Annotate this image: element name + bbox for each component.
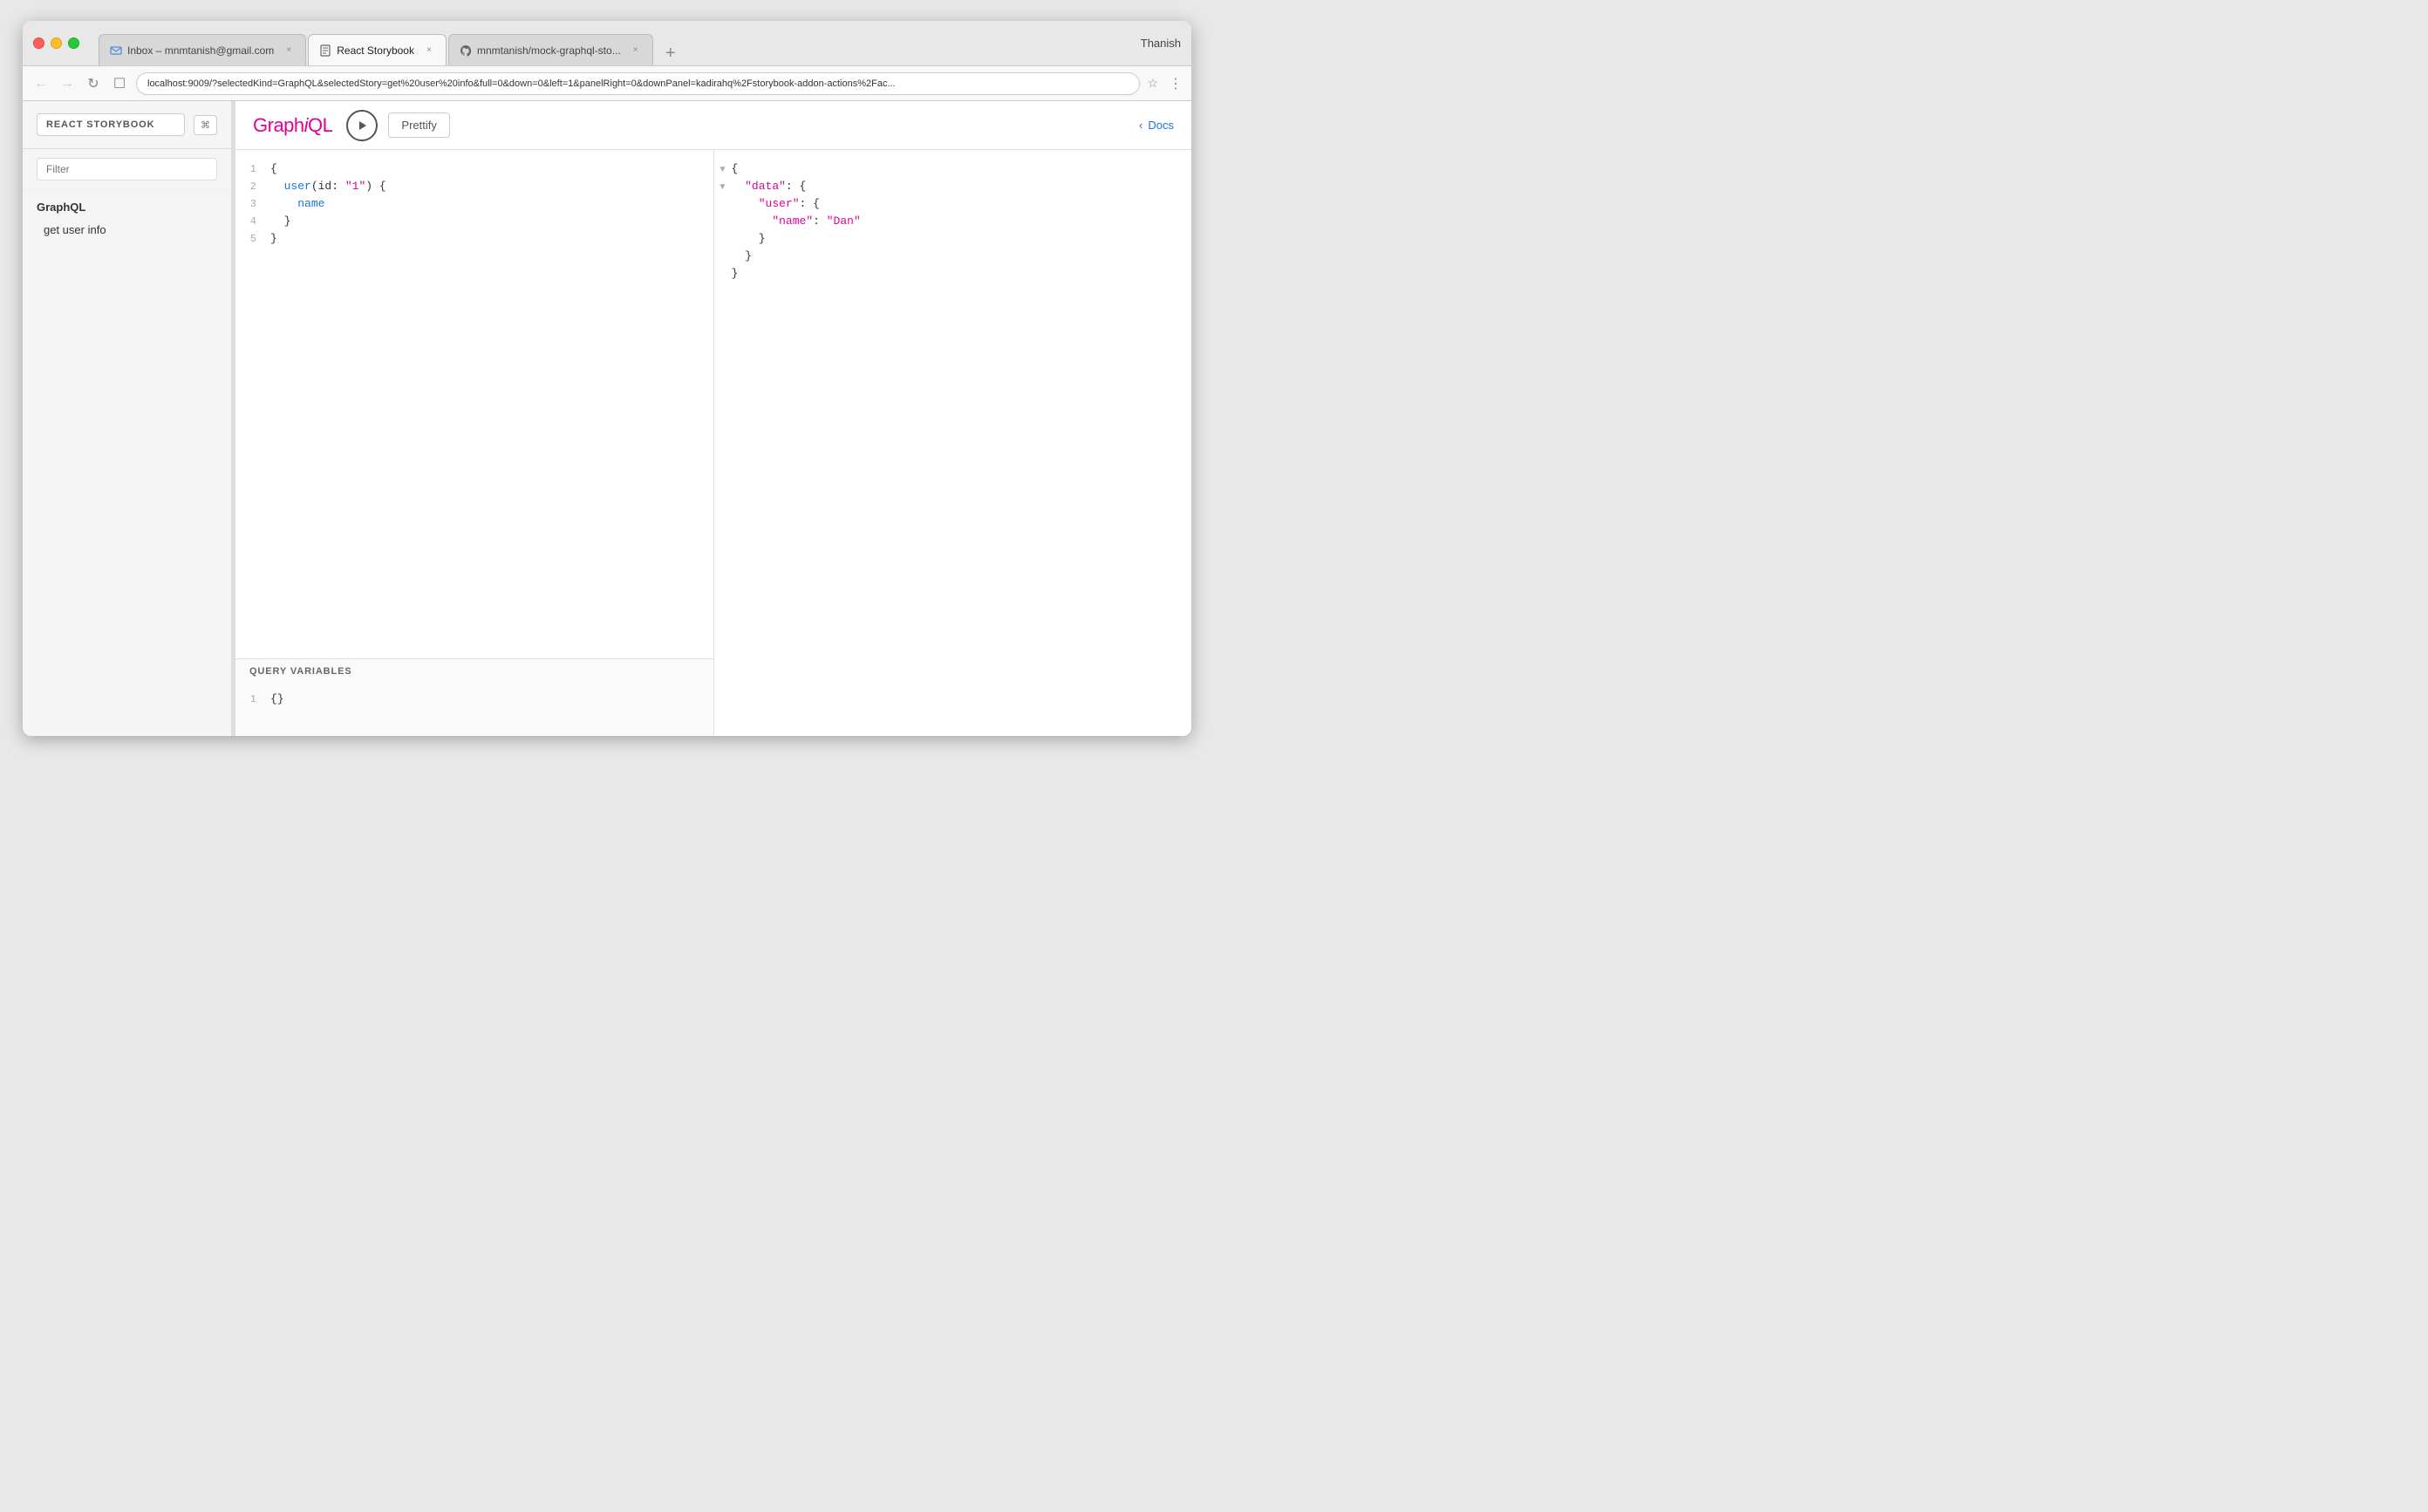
resp-line-7: }	[732, 265, 1192, 283]
close-window-button[interactable]	[33, 37, 44, 49]
maximize-window-button[interactable]	[68, 37, 79, 49]
user-display: Thanish	[1141, 37, 1181, 50]
resp-line-2-content: "data": {	[732, 178, 1192, 195]
main-panel: GraphiQL Prettify ‹ Docs	[235, 101, 1191, 736]
code-line-4: 4 }	[235, 213, 713, 230]
sidebar-section-graphql: GraphQL get user info	[23, 190, 231, 244]
response-section: ▼ ▼ { "data": {	[714, 150, 1192, 736]
tab-github-label: mnmtanish/mock-graphql-sto...	[477, 44, 621, 57]
tab-storybook-label: React Storybook	[337, 44, 414, 57]
tab-storybook[interactable]: React Storybook ×	[308, 34, 447, 65]
code-line-5: 5 }	[235, 230, 713, 248]
graphiql-body: 1 { 2 user(id: "1") {	[235, 150, 1191, 736]
response-content: { "data": { "user": {	[714, 150, 1192, 293]
run-query-button[interactable]	[346, 110, 378, 141]
sidebar-item-get-user-info[interactable]: get user info	[37, 219, 217, 241]
prettify-button[interactable]: Prettify	[388, 112, 449, 138]
variables-editor[interactable]: 1 {}	[235, 684, 713, 736]
tab-github[interactable]: mnmtanish/mock-graphql-sto... ×	[448, 34, 653, 65]
minimize-window-button[interactable]	[51, 37, 62, 49]
title-bar: Inbox – mnmtanish@gmail.com × React Stor…	[23, 21, 1191, 66]
tab-storybook-close[interactable]: ×	[423, 44, 435, 57]
address-bar: ← → ↻ ☐ ☆ ⋮	[23, 66, 1191, 101]
line-content-2: user(id: "1") {	[270, 178, 713, 195]
collapse-arrow-1[interactable]: ▼	[714, 160, 732, 178]
line-number-3: 3	[235, 195, 270, 213]
url-input[interactable]	[136, 72, 1140, 95]
tab-inbox-label: Inbox – mnmtanish@gmail.com	[127, 44, 274, 57]
line-content-4: }	[270, 213, 713, 230]
line-content-1: {	[270, 160, 713, 178]
menu-icon[interactable]: ⋮	[1169, 75, 1183, 92]
sidebar-section-title: GraphQL	[37, 201, 217, 214]
reload-button[interactable]: ↻	[84, 74, 103, 93]
github-icon	[460, 44, 472, 57]
resp-line-3-content: "user": {	[732, 195, 1192, 213]
code-line-3: 3 name	[235, 195, 713, 213]
resp-line-2: "data": {	[732, 178, 1192, 195]
query-variables-header[interactable]: QUERY VARIABLES	[235, 659, 713, 684]
response-collapse-arrows: ▼ ▼	[714, 160, 732, 195]
back-button[interactable]: ←	[31, 74, 51, 93]
var-line-1: 1 {}	[235, 691, 713, 708]
collapse-arrow-2[interactable]: ▼	[714, 178, 732, 195]
line-number-4: 4	[235, 213, 270, 230]
mail-icon	[110, 44, 122, 57]
query-editor[interactable]: 1 { 2 user(id: "1") {	[235, 150, 713, 658]
query-section: 1 { 2 user(id: "1") {	[235, 150, 714, 736]
tab-inbox[interactable]: Inbox – mnmtanish@gmail.com ×	[99, 34, 306, 65]
docs-label: Docs	[1148, 119, 1174, 132]
code-line-1: 1 {	[235, 160, 713, 178]
sidebar-title-button[interactable]: REACT STORYBOOK	[37, 113, 185, 136]
line-number-2: 2	[235, 178, 270, 195]
tabs-bar: Inbox – mnmtanish@gmail.com × React Stor…	[99, 21, 683, 65]
resp-line-6-content: }	[732, 248, 1192, 265]
resp-line-6: }	[732, 248, 1192, 265]
graphiql-logo: GraphiQL	[253, 114, 332, 137]
query-variables-section: QUERY VARIABLES 1 {}	[235, 658, 713, 736]
book-icon	[319, 44, 331, 57]
resp-line-5-content: }	[732, 230, 1192, 248]
code-editor: 1 { 2 user(id: "1") {	[235, 150, 713, 258]
var-line-number-1: 1	[235, 691, 270, 708]
code-line-2: 2 user(id: "1") {	[235, 178, 713, 195]
resp-line-4: "name": "Dan"	[732, 213, 1192, 230]
browser-window: Inbox – mnmtanish@gmail.com × React Stor…	[23, 21, 1191, 736]
sidebar: REACT STORYBOOK ⌘ GraphQL get user info	[23, 101, 232, 736]
chevron-left-icon: ‹	[1139, 119, 1142, 132]
resp-line-5: }	[732, 230, 1192, 248]
resp-line-1-content: {	[732, 160, 1192, 178]
line-content-3: name	[270, 195, 713, 213]
resp-line-3: "user": {	[732, 195, 1192, 213]
line-content-5: }	[270, 230, 713, 248]
traffic-lights	[33, 37, 79, 49]
var-line-content-1: {}	[270, 691, 713, 708]
forward-button[interactable]: →	[58, 74, 77, 93]
new-tab-button[interactable]: +	[658, 41, 683, 65]
tab-inbox-close[interactable]: ×	[283, 44, 295, 57]
line-number-1: 1	[235, 160, 270, 178]
graphiql-header: GraphiQL Prettify ‹ Docs	[235, 101, 1191, 150]
resp-line-4-content: "name": "Dan"	[732, 213, 1192, 230]
line-number-5: 5	[235, 230, 270, 248]
sidebar-shortcut[interactable]: ⌘	[194, 115, 217, 135]
resp-line-7-content: }	[732, 265, 1192, 283]
play-icon	[356, 119, 368, 132]
filter-input[interactable]	[37, 158, 217, 180]
home-button[interactable]: ☐	[110, 74, 129, 93]
docs-button[interactable]: ‹ Docs	[1139, 119, 1174, 132]
app-body: REACT STORYBOOK ⌘ GraphQL get user info …	[23, 101, 1191, 736]
resp-line-1: {	[732, 160, 1192, 178]
sidebar-header: REACT STORYBOOK ⌘	[23, 101, 231, 149]
filter-box	[23, 149, 231, 190]
bookmark-icon[interactable]: ☆	[1147, 76, 1158, 91]
tab-github-close[interactable]: ×	[630, 44, 642, 57]
